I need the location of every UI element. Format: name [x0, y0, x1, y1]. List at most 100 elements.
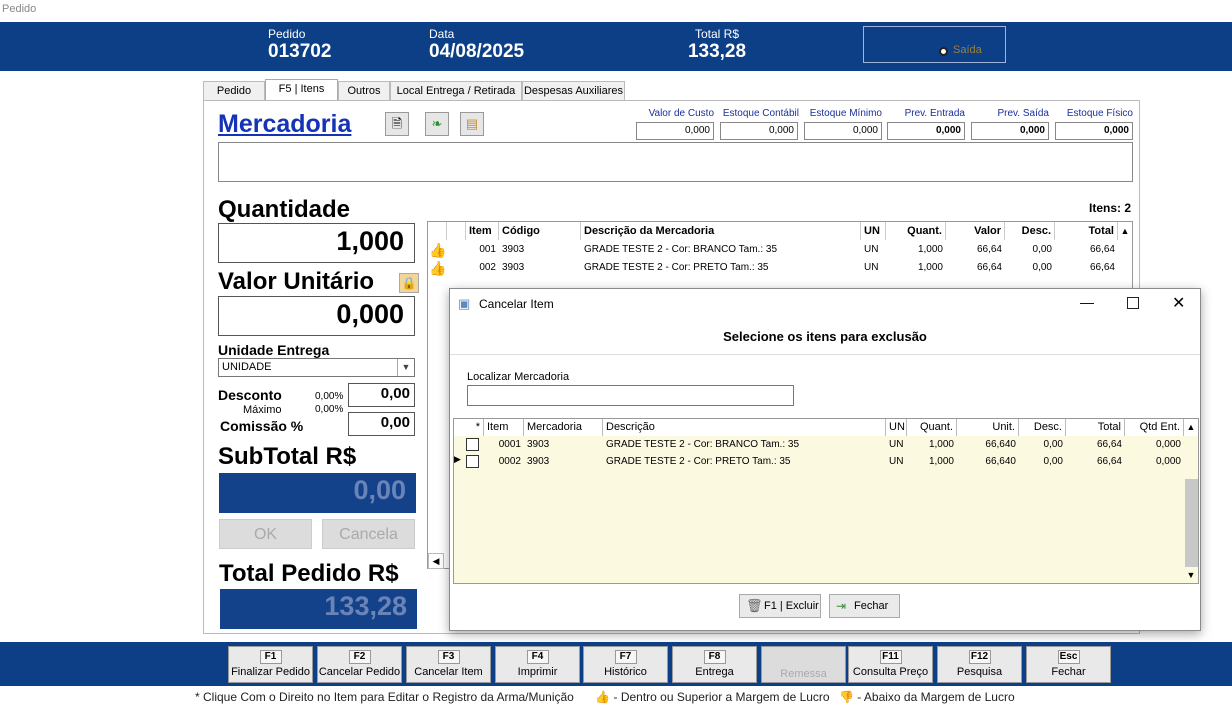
desconto-field[interactable]: 0,00	[348, 383, 415, 407]
scroll-left-icon[interactable]: ◀	[428, 553, 444, 569]
table-cell: 66,64	[976, 262, 1002, 273]
col-select[interactable]: *	[454, 419, 484, 436]
desconto-label: Desconto	[218, 387, 282, 403]
col-descricao[interactable]: Descrição	[603, 419, 886, 436]
fechar-label: Fechar	[854, 600, 889, 612]
entrega-button[interactable]: F8 Entrega	[672, 646, 757, 683]
quantidade-field[interactable]: 1,000	[218, 223, 415, 263]
fechar-dialog-button[interactable]: ⇥ Fechar	[829, 594, 900, 618]
col-total[interactable]: Total	[1055, 222, 1118, 240]
col-total[interactable]: Total	[1066, 419, 1125, 436]
col-codigo[interactable]: Código	[499, 222, 581, 240]
finalizar-pedido-button[interactable]: F1 Finalizar Pedido	[228, 646, 313, 683]
item-checkbox[interactable]	[466, 438, 479, 451]
key-cap: F2	[348, 650, 371, 664]
itens-count: Itens: 2	[1089, 201, 1132, 215]
cancela-button[interactable]: Cancela	[322, 519, 415, 549]
cancelar-pedido-button[interactable]: F2 Cancelar Pedido	[317, 646, 402, 683]
tab-itens[interactable]: F5 | Itens	[265, 79, 338, 101]
button-label: Consulta Preço	[852, 666, 929, 678]
desconto-percent: 0,00%	[315, 391, 344, 402]
button-label: Fechar	[1051, 666, 1086, 678]
localizar-input[interactable]	[467, 385, 794, 406]
total-value: 133,28	[687, 41, 747, 62]
pesquisa-button[interactable]: F12 Pesquisa	[937, 646, 1022, 683]
table-cell: 66,64	[976, 244, 1002, 255]
unidade-entrega-select[interactable]: UNIDADE ▼	[218, 358, 415, 377]
table-cell: GRADE TESTE 2 - Cor: BRANCO Tam.: 35	[606, 439, 800, 450]
col-un[interactable]: UN	[886, 419, 907, 436]
mercadoria-description-field[interactable]	[218, 142, 1133, 182]
col-unit[interactable]: Unit.	[957, 419, 1019, 436]
excluir-button[interactable]: 🗑 F1 | Excluir	[739, 594, 821, 618]
comissao-field[interactable]: 0,00	[348, 412, 415, 436]
col-item[interactable]: Item	[466, 222, 499, 240]
quantidade-label: Quantidade	[218, 196, 351, 223]
document-search-icon[interactable]: 🗎	[385, 112, 409, 136]
scrollbar-thumb[interactable]	[1185, 479, 1198, 567]
scroll-up-icon[interactable]: ▲	[1118, 222, 1132, 240]
cancelar-item-button[interactable]: F3 Cancelar Item	[406, 646, 491, 683]
valor-unitario-label: Valor Unitário	[218, 268, 375, 295]
tab-outros[interactable]: Outros	[338, 81, 390, 101]
scroll-down-icon[interactable]: ▼	[1184, 567, 1198, 583]
valor-unitario-field[interactable]: 0,000	[218, 296, 415, 336]
legend-note: * Clique Com o Direito no Item para Edit…	[195, 690, 574, 704]
mercadoria-link[interactable]: Mercadoria	[218, 110, 351, 139]
table-cell: 66,64	[1089, 262, 1115, 273]
estoque-fisico-field: 0,000	[1055, 122, 1133, 140]
maximo-percent: 0,00%	[315, 404, 344, 415]
historico-button[interactable]: F7 Histórico	[583, 646, 668, 683]
maximize-icon[interactable]	[1127, 297, 1139, 309]
col-quant[interactable]: Quant.	[907, 419, 957, 436]
scroll-up-icon[interactable]: ▲	[1184, 419, 1198, 436]
table-cell: 0,000	[1155, 439, 1181, 450]
col-un[interactable]: UN	[861, 222, 886, 240]
imprimir-button[interactable]: F4 Imprimir	[495, 646, 580, 683]
button-label: Histórico	[604, 666, 647, 678]
consulta-preco-button[interactable]: F11 Consulta Preço	[848, 646, 933, 683]
ok-button[interactable]: OK	[219, 519, 312, 549]
close-icon[interactable]: ✕	[1172, 293, 1185, 313]
item-checkbox[interactable]	[466, 455, 479, 468]
col-quant[interactable]: Quant.	[886, 222, 946, 240]
minimize-icon[interactable]: —	[1080, 294, 1094, 310]
fechar-button[interactable]: Esc Fechar	[1026, 646, 1111, 683]
leaf-icon[interactable]: ❧	[425, 112, 449, 136]
chevron-down-icon[interactable]: ▼	[397, 359, 414, 376]
key-cap: F12	[968, 650, 991, 664]
col-valor[interactable]: Valor	[946, 222, 1005, 240]
lock-icon[interactable]: 🔒	[399, 273, 419, 293]
total-pedido-field: 133,28	[220, 589, 417, 629]
data-value: 04/08/2025	[429, 41, 525, 62]
data-block: Data 04/08/2025	[429, 28, 524, 63]
total-pedido-label: Total Pedido R$	[219, 560, 399, 587]
button-label: Cancelar Item	[414, 666, 483, 678]
col-desc[interactable]: Desc.	[1005, 222, 1055, 240]
prev-entrada-field: 0,000	[887, 122, 965, 140]
table-cell: 66,640	[985, 439, 1016, 450]
saida-option[interactable]: Saída	[863, 26, 1006, 63]
col-item[interactable]: Item	[484, 419, 524, 436]
col-mercadoria[interactable]: Mercadoria	[524, 419, 603, 436]
tab-despesas[interactable]: Despesas Auxiliares	[522, 81, 625, 101]
col-descricao[interactable]: Descrição da Mercadoria	[581, 222, 861, 240]
box-icon[interactable]: ▤	[460, 112, 484, 136]
col-desc[interactable]: Desc.	[1019, 419, 1066, 436]
total-label: Total R$	[694, 27, 740, 41]
tab-pedido[interactable]: Pedido	[203, 81, 265, 101]
dialog-items-table[interactable]: * Item Mercadoria Descrição UN Quant. Un…	[453, 418, 1199, 584]
table-cell: GRADE TESTE 2 - Cor: BRANCO Tam.: 35	[584, 244, 778, 255]
col-qtd-ent[interactable]: Qtd Ent.	[1125, 419, 1184, 436]
key-cap: F4	[526, 650, 549, 664]
dialog-titlebar: ▣ Cancelar Item — ✕	[450, 289, 1200, 319]
table-cell: 0,00	[1032, 262, 1052, 273]
table-cell: 0,00	[1043, 439, 1063, 450]
localizar-label: Localizar Mercadoria	[467, 371, 570, 383]
tab-local-entrega[interactable]: Local Entrega / Retirada	[390, 81, 522, 101]
remessa-button[interactable]: Remessa	[761, 646, 846, 683]
pedido-number: 013702	[268, 41, 332, 62]
saida-radio[interactable]	[939, 47, 948, 56]
table-cell: 66,64	[1096, 439, 1122, 450]
subtotal-field: 0,00	[219, 473, 416, 513]
